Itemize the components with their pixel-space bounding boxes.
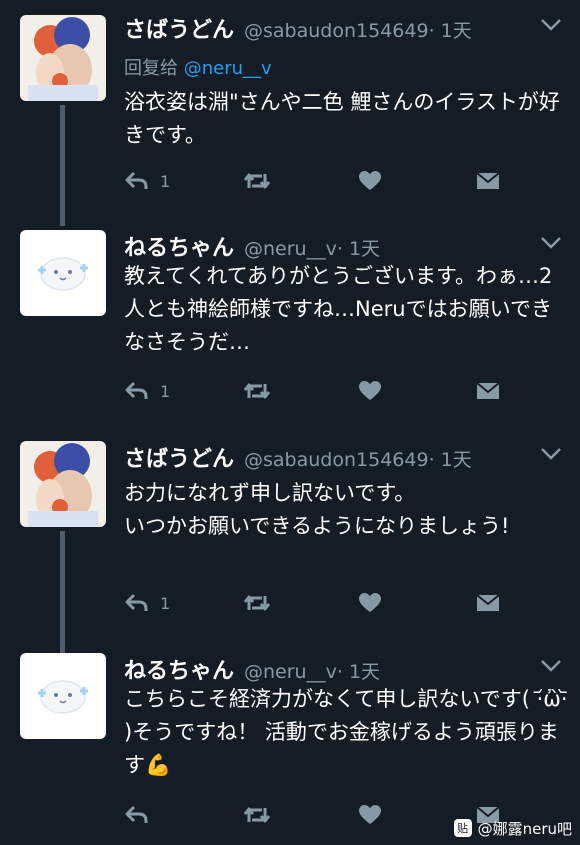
like-button[interactable] <box>358 377 382 405</box>
tweet-header: さばうどん @sabaudon154649 · 1天 <box>124 441 472 475</box>
timestamp[interactable]: · 1天 <box>429 16 472 43</box>
retweet-icon <box>243 807 271 823</box>
tweet-text: お力になれず申し訳ないです。 いつかお願いできるようになりましょう! <box>124 481 510 538</box>
timestamp[interactable]: · 1天 <box>337 234 380 261</box>
chevron-down-icon[interactable] <box>540 236 562 250</box>
tweet-text: 教えてくれてありがとうございます。わぁ…2人とも神絵師様ですね…Neruではお願… <box>124 264 553 354</box>
reply-icon <box>125 593 148 611</box>
thread-line <box>60 105 65 226</box>
avatar-sabaudon[interactable] <box>20 441 106 527</box>
retweet-button[interactable] <box>242 589 272 617</box>
author-name[interactable]: さばうどん <box>124 12 234 44</box>
like-button[interactable] <box>358 167 382 195</box>
tweet-text: こちらこそ経済力がなくて申し訳ないです( ·᷄ὢ·᷅ )そうですね！ 活動でお金… <box>124 687 575 777</box>
tieba-logo: 贴 <box>453 819 472 837</box>
timestamp[interactable]: · 1天 <box>337 657 380 684</box>
direct-message-icon <box>476 594 500 611</box>
avatar-neru[interactable] <box>20 230 106 316</box>
retweet-icon <box>243 173 271 189</box>
reply-to-label: 回复给 <box>124 58 178 79</box>
reply-count: 1 <box>160 593 171 613</box>
avatar-sabaudon[interactable] <box>20 15 106 101</box>
reply-button[interactable]: 1 <box>124 377 170 405</box>
direct-message-icon <box>476 382 500 399</box>
like-icon <box>359 171 381 190</box>
like-icon <box>359 805 381 824</box>
direct-message-button[interactable] <box>476 589 500 617</box>
retweet-icon <box>243 383 271 399</box>
tweet-text: 浴衣姿は淵"さんや二色 鯉さんのイラストが好きです。 <box>124 90 560 147</box>
tweet-actions: 1 <box>124 167 524 195</box>
tweet-actions: 1 <box>124 589 524 617</box>
watermark-text: @娜露neru吧 <box>477 819 572 838</box>
reply-to-mention[interactable]: @neru__v <box>184 58 272 79</box>
retweet-icon <box>243 595 271 611</box>
retweet-button[interactable] <box>242 801 272 829</box>
like-button[interactable] <box>358 801 382 829</box>
reply-count: 1 <box>160 381 171 401</box>
author-name[interactable]: さばうどん <box>124 441 234 473</box>
tweet-header: さばうどん @sabaudon154649 · 1天 <box>124 12 472 46</box>
author-name[interactable]: ねるちゃん <box>124 230 234 262</box>
reply-to-line: 回复给 @neru__v <box>124 54 272 80</box>
reply-icon <box>125 171 148 189</box>
like-icon <box>359 593 381 612</box>
author-handle[interactable]: @neru__v <box>244 238 337 260</box>
author-handle[interactable]: @sabaudon154649 <box>244 449 429 471</box>
reply-button[interactable]: 1 <box>124 167 170 195</box>
direct-message-icon <box>476 172 500 189</box>
direct-message-button[interactable] <box>476 167 500 195</box>
tweet-header: ねるちゃん @neru__v · 1天 <box>124 230 380 264</box>
author-name[interactable]: ねるちゃん <box>124 653 234 685</box>
direct-message-button[interactable] <box>476 377 500 405</box>
avatar-neru[interactable] <box>20 653 106 739</box>
reply-button[interactable] <box>124 801 160 829</box>
author-handle[interactable]: @sabaudon154649 <box>244 20 429 42</box>
tweet-header: ねるちゃん @neru__v · 1天 <box>124 653 380 687</box>
author-handle[interactable]: @neru__v <box>244 661 337 683</box>
reply-button[interactable]: 1 <box>124 589 170 617</box>
thread-line <box>60 531 65 653</box>
tweet-actions: 1 <box>124 377 524 405</box>
reply-icon <box>125 805 148 823</box>
reply-count: 1 <box>160 171 171 191</box>
chevron-down-icon[interactable] <box>540 659 562 673</box>
retweet-button[interactable] <box>242 167 272 195</box>
chevron-down-icon[interactable] <box>540 447 562 461</box>
retweet-button[interactable] <box>242 377 272 405</box>
like-button[interactable] <box>358 589 382 617</box>
watermark: 贴 @娜露neru吧 <box>453 817 572 839</box>
like-icon <box>359 381 381 400</box>
timestamp[interactable]: · 1天 <box>429 445 472 472</box>
reply-icon <box>125 381 148 399</box>
chevron-down-icon[interactable] <box>540 18 562 32</box>
